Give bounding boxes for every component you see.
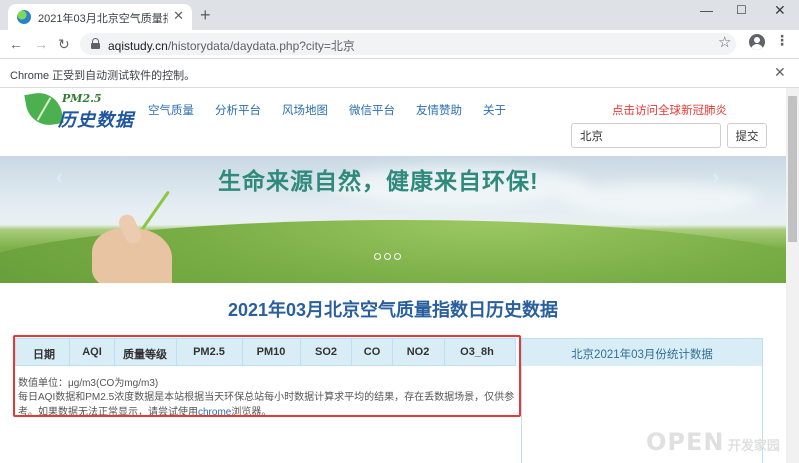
tab-title: 2021年03月北京空气质量指数AQ bbox=[38, 13, 168, 25]
infobar-text: Chrome 正受到自动测试软件的控制。 bbox=[10, 70, 196, 82]
carousel-prev-icon[interactable]: ‹ bbox=[56, 164, 63, 190]
bookmark-star-icon[interactable]: ☆ bbox=[718, 33, 731, 51]
automation-infobar: Chrome 正受到自动测试软件的控制。 ✕ bbox=[0, 58, 799, 88]
carousel-indicators bbox=[374, 249, 404, 263]
lock-icon[interactable] bbox=[91, 38, 100, 49]
maximize-icon[interactable]: ☐ bbox=[736, 3, 747, 17]
forward-arrow-icon[interactable]: → bbox=[34, 35, 48, 53]
watermark-logo: OPEN 开发家园 bbox=[646, 428, 780, 456]
browser-tab[interactable]: 2021年03月北京空气质量指数AQ ✕ bbox=[8, 4, 192, 30]
url-text[interactable]: aqistudy.cn/historydata/daydata.php?city… bbox=[108, 37, 355, 54]
back-arrow-icon[interactable]: ← bbox=[9, 35, 23, 53]
browser-toolbar: ← → ↻ aqistudy.cn/historydata/daydata.ph… bbox=[0, 30, 799, 58]
url-domain: aqistudy.cn bbox=[108, 39, 168, 53]
nav-about[interactable]: 关于 bbox=[483, 102, 506, 118]
nav-wind-map[interactable]: 风场地图 bbox=[282, 102, 328, 118]
logo-title: 历史数据 bbox=[58, 110, 134, 130]
web-page: PM2.5 历史数据 空气质量 分析平台 风场地图 微信平台 友情赞助 关于 点… bbox=[0, 88, 786, 463]
nav-wechat[interactable]: 微信平台 bbox=[349, 102, 395, 118]
banner-slogan: 生命来源自然，健康来自环保! bbox=[218, 168, 539, 194]
logo-pm-text: PM2.5 bbox=[62, 92, 102, 105]
menu-icon[interactable]: ⋮ bbox=[775, 32, 789, 49]
watermark-open: OPEN bbox=[646, 428, 725, 456]
red-highlight-box bbox=[13, 335, 521, 417]
page-title: 2021年03月北京空气质量指数日历史数据 bbox=[227, 300, 559, 320]
profile-icon[interactable] bbox=[749, 34, 765, 50]
carousel-next-icon[interactable]: › bbox=[712, 164, 719, 190]
tab-close-icon[interactable]: ✕ bbox=[173, 8, 184, 24]
window-close-icon[interactable]: ✕ bbox=[774, 2, 786, 19]
cloud-decoration bbox=[560, 182, 760, 214]
nav-air-quality[interactable]: 空气质量 bbox=[148, 102, 194, 118]
minimize-icon[interactable]: — bbox=[700, 3, 713, 18]
scrollbar-thumb[interactable] bbox=[788, 96, 797, 242]
hero-banner: 生命来源自然，健康来自环保! ‹ › bbox=[0, 156, 786, 283]
nav-analysis[interactable]: 分析平台 bbox=[215, 102, 261, 118]
carousel-dot[interactable] bbox=[394, 253, 401, 260]
site-logo[interactable]: PM2.5 历史数据 bbox=[24, 89, 135, 130]
carousel-dot[interactable] bbox=[384, 253, 391, 260]
stats-header: 北京2021年03月份统计数据 bbox=[522, 339, 762, 366]
reload-icon[interactable]: ↻ bbox=[58, 35, 70, 53]
url-path: /historydata/daydata.php?city=北京 bbox=[167, 39, 355, 53]
stats-title: 北京2021年03月份统计数据 bbox=[571, 349, 713, 361]
covid-promo-link[interactable]: 点击访问全球新冠肺炎 bbox=[612, 102, 727, 118]
address-bar[interactable]: aqistudy.cn/historydata/daydata.php?city… bbox=[80, 33, 736, 55]
infobar-close-icon[interactable]: ✕ bbox=[774, 64, 786, 81]
nav-sponsor[interactable]: 友情赞助 bbox=[416, 102, 462, 118]
watermark-cn: 开发家园 bbox=[727, 438, 780, 453]
new-tab-icon[interactable]: + bbox=[200, 5, 211, 25]
globe-favicon-icon bbox=[17, 10, 31, 24]
browser-tab-bar: 2021年03月北京空气质量指数AQ ✕ + — ☐ ✕ bbox=[0, 0, 799, 30]
submit-button[interactable]: 提交 bbox=[727, 123, 767, 148]
city-search-input[interactable] bbox=[571, 123, 721, 148]
carousel-dot[interactable] bbox=[374, 253, 381, 260]
